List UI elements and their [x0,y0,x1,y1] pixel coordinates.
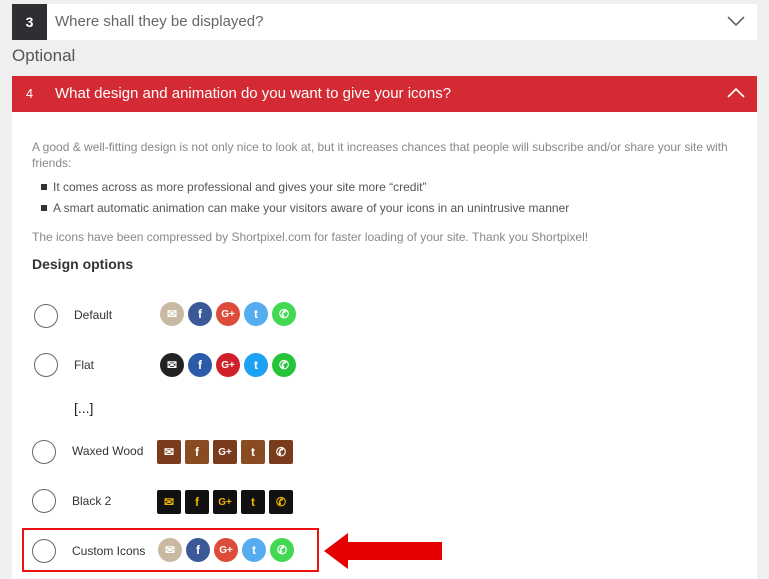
option-label-waxed-wood: Waxed Wood [72,444,144,458]
step-4-number: 4 [25,86,34,101]
google-plus-icon: G+ [213,490,237,514]
option-label-flat: Flat [74,358,95,372]
whatsapp-icon: ✆ [272,302,296,326]
radio-black-2[interactable] [32,489,56,513]
icon-row-black-2: ✉ f G+ t ✆ [157,490,293,514]
email-icon: ✉ [160,353,184,377]
radio-flat[interactable] [34,353,58,377]
google-plus-icon: G+ [213,440,237,464]
facebook-icon: f [185,440,209,464]
google-plus-icon: G+ [216,353,240,377]
more-options-ellipsis: [...] [74,400,94,416]
intro-text: A good & well-fitting design is not only… [32,140,728,170]
bullet-item: A smart automatic animation can make you… [40,201,570,215]
compressed-note: The icons have been compressed by Shortp… [32,230,589,244]
email-icon: ✉ [160,302,184,326]
option-label-black-2: Black 2 [72,494,112,508]
whatsapp-icon: ✆ [269,490,293,514]
facebook-icon: f [185,490,209,514]
step-4-title: What design and animation do you want to… [55,85,452,102]
google-plus-icon: G+ [216,302,240,326]
option-label-default: Default [74,308,113,322]
step-3-number: 3 [12,4,47,40]
optional-section-label: Optional [12,46,76,65]
email-icon: ✉ [157,490,181,514]
twitter-icon: t [244,302,268,326]
facebook-icon: f [188,353,212,377]
radio-waxed-wood[interactable] [32,440,56,464]
chevron-up-icon[interactable] [727,88,745,98]
custom-icons-highlight-box [22,528,319,572]
icon-row-default: ✉ f G+ t ✆ [160,302,296,326]
icon-row-flat: ✉ f G+ t ✆ [160,353,296,377]
bullet-item: It comes across as more professional and… [40,180,427,194]
step-4-header[interactable]: 4 What design and animation do you want … [12,76,757,112]
twitter-icon: t [241,440,265,464]
twitter-icon: t [244,353,268,377]
step-3-title: Where shall they be displayed? [55,13,264,30]
whatsapp-icon: ✆ [272,353,296,377]
whatsapp-icon: ✆ [269,440,293,464]
twitter-icon: t [241,490,265,514]
design-options-heading: Design options [32,256,134,272]
radio-default[interactable] [34,304,58,328]
step-3-header[interactable]: 3 Where shall they be displayed? [12,4,757,40]
pointer-arrow-icon [324,533,442,569]
facebook-icon: f [188,302,212,326]
chevron-down-icon[interactable] [727,16,745,26]
email-icon: ✉ [157,440,181,464]
icon-row-waxed-wood: ✉ f G+ t ✆ [157,440,293,464]
